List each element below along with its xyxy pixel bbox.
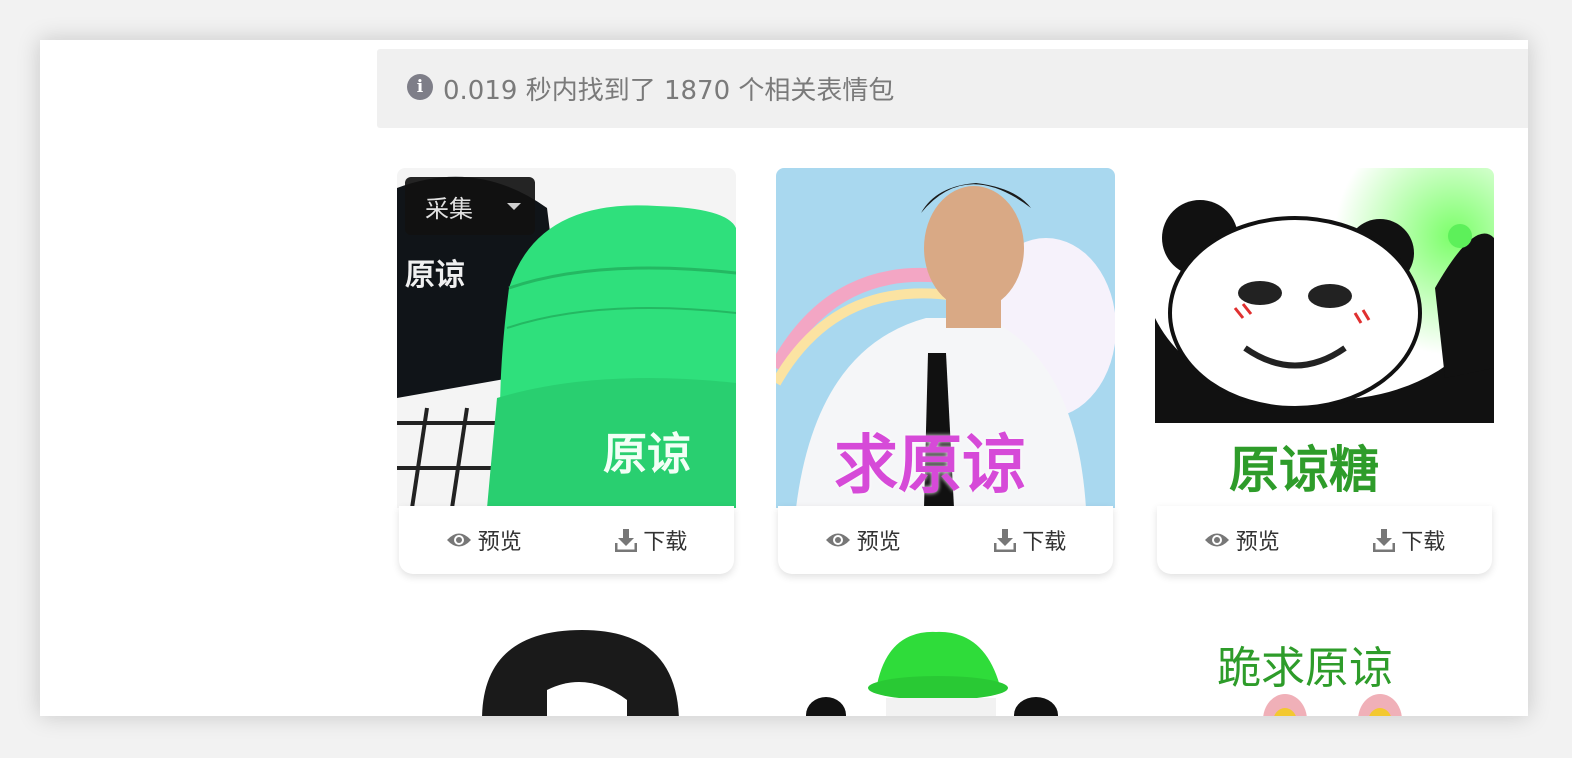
download-button[interactable]: 下载 [994, 524, 1066, 556]
preview-label: 预览 [856, 530, 901, 555]
download-button[interactable]: 下载 [615, 524, 687, 556]
download-label: 下载 [1401, 530, 1446, 555]
eye-icon [446, 533, 471, 547]
download-icon [1373, 529, 1396, 552]
preview-button[interactable]: 预览 [446, 524, 522, 556]
card-actions: 预览 下载 [399, 506, 734, 574]
card-actions: 预览 下载 [1157, 506, 1492, 574]
eye-icon [1204, 533, 1229, 547]
results-info-bar: i 0.019 秒内找到了 1870 个相关表情包 [377, 49, 1528, 128]
preview-label: 预览 [477, 530, 522, 555]
meme-caption: 原谅糖 [1229, 441, 1379, 499]
hat-text-black: 原谅 [405, 258, 465, 293]
download-label: 下载 [643, 530, 688, 555]
meme-thumbnail[interactable]: 原谅糖 [1155, 168, 1494, 508]
card-actions: 预览 下载 [778, 506, 1113, 574]
preview-button[interactable]: 预览 [1204, 524, 1280, 556]
app-window: i 0.019 秒内找到了 1870 个相关表情包 原谅 原谅 采集 预览 下载… [40, 40, 1528, 716]
meme-thumbnail[interactable]: 跪求原谅 [1155, 630, 1494, 716]
meme-card: 原谅糖 预览 下载 [1155, 168, 1494, 574]
preview-button[interactable]: 预览 [825, 524, 901, 556]
download-label: 下载 [1022, 530, 1067, 555]
preview-label: 预览 [1235, 530, 1280, 555]
hands-image [1263, 694, 1402, 716]
info-circle-icon: i [407, 73, 433, 100]
hat-text-green: 原谅 [603, 429, 691, 480]
meme-caption: 求原谅 [834, 428, 1026, 503]
meme-thumbnail[interactable] [397, 630, 736, 716]
collect-label: 采集 [425, 194, 473, 223]
meme-thumbnail[interactable] [776, 630, 1115, 716]
meme-thumbnail[interactable]: 求原谅 [776, 168, 1115, 508]
download-icon [994, 529, 1017, 552]
panda-green-hat-image [806, 631, 1058, 716]
meme-card: 求原谅 预览 下载 [776, 168, 1115, 574]
cartoon-head-image [482, 630, 679, 716]
download-icon [615, 529, 638, 552]
collect-dropdown-button[interactable]: 采集 [405, 177, 535, 235]
results-count-text: 0.019 秒内找到了 1870 个相关表情包 [443, 76, 895, 106]
caret-down-icon [507, 203, 521, 210]
eye-icon [825, 533, 850, 547]
meme-card: 原谅 原谅 采集 预览 下载 [397, 168, 736, 574]
download-button[interactable]: 下载 [1373, 524, 1445, 556]
